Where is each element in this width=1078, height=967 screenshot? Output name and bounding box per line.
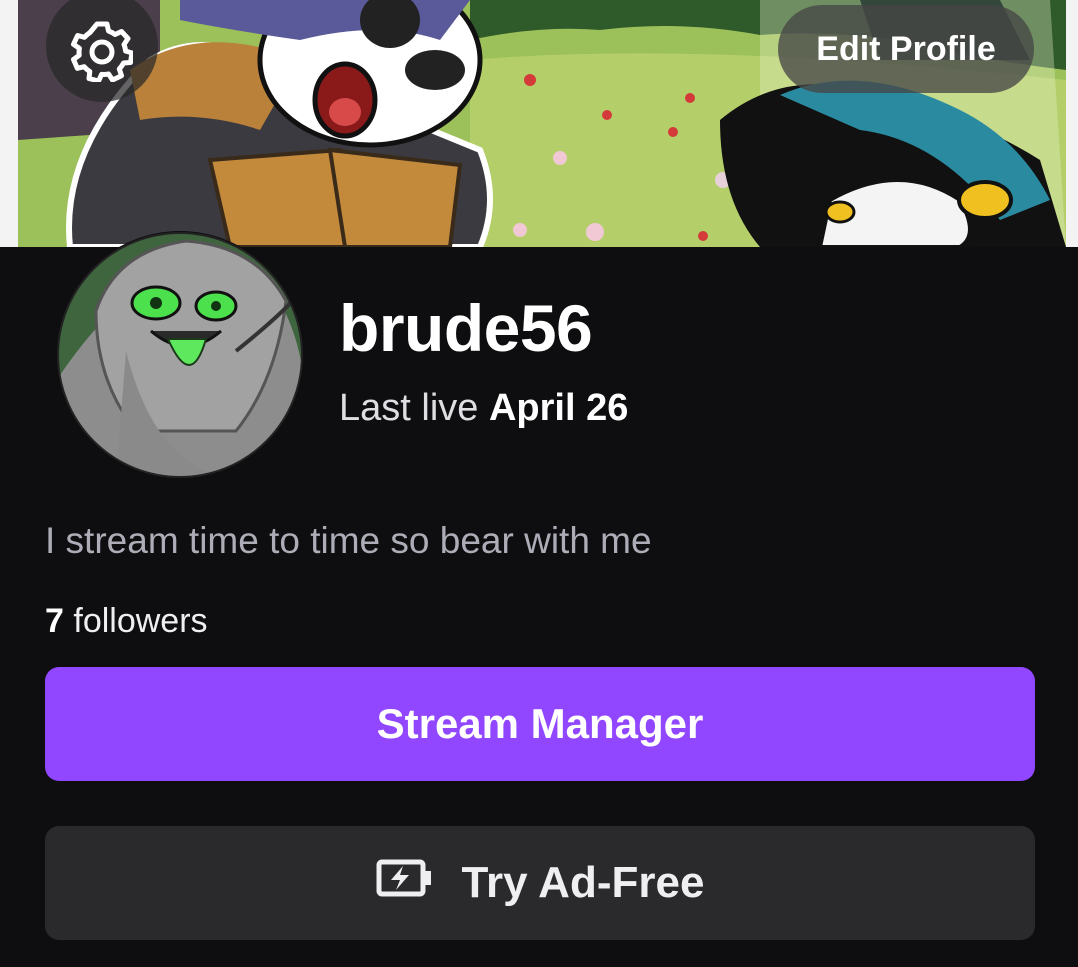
gear-icon: [71, 6, 135, 87]
last-live-prefix: Last live: [339, 387, 479, 429]
last-live-date: April 26: [488, 387, 629, 429]
try-ad-free-button[interactable]: Try Ad-Free: [45, 826, 1035, 940]
followers-label: followers: [73, 602, 208, 640]
avatar-artwork: [57, 232, 303, 478]
followers-number: 7: [45, 602, 64, 640]
stream-manager-label: Stream Manager: [376, 700, 704, 747]
followers-count[interactable]: 7 followers: [45, 600, 208, 642]
try-ad-free-label: Try Ad-Free: [461, 858, 705, 907]
profile-bio: I stream time to time so bear with me: [45, 520, 652, 561]
username: brude56: [339, 291, 593, 365]
avatar[interactable]: [56, 231, 304, 479]
last-live: Last live April 26: [339, 386, 628, 430]
edit-profile-label: Edit Profile: [816, 29, 996, 68]
stream-manager-button[interactable]: Stream Manager: [45, 667, 1035, 781]
edit-profile-button[interactable]: Edit Profile: [778, 5, 1034, 93]
battery-bolt-icon: [376, 857, 434, 910]
